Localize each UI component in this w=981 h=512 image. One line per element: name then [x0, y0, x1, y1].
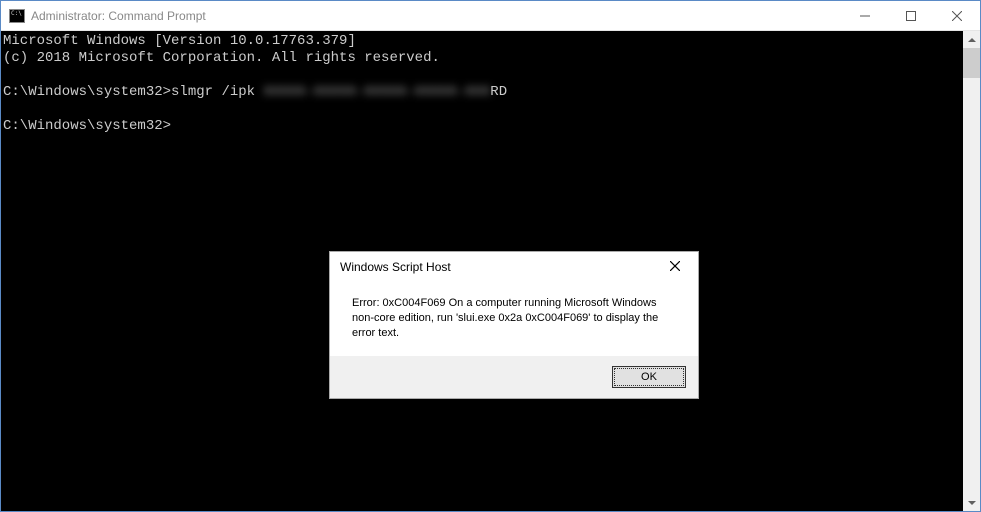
console-prompt: C:\Windows\system32>: [3, 84, 171, 100]
window-title: Administrator: Command Prompt: [31, 9, 842, 23]
dialog-title: Windows Script Host: [340, 260, 658, 274]
error-dialog: Windows Script Host Error: 0xC004F069 On…: [329, 251, 699, 399]
command-prompt-window: Administrator: Command Prompt Microsoft …: [0, 0, 981, 512]
vertical-scrollbar[interactable]: [963, 31, 980, 511]
dialog-titlebar[interactable]: Windows Script Host: [330, 252, 698, 282]
ok-button[interactable]: OK: [612, 366, 686, 388]
scroll-thumb[interactable]: [963, 48, 980, 78]
redacted-key: XXXXX-XXXXX-XXXXX-XXXXX-XXX: [263, 84, 490, 100]
cmd-icon: [9, 9, 25, 23]
console-command-suffix: RD: [490, 84, 507, 100]
scroll-up-button[interactable]: [963, 31, 980, 48]
dialog-close-button[interactable]: [658, 253, 692, 279]
maximize-button[interactable]: [888, 1, 934, 30]
close-button[interactable]: [934, 1, 980, 30]
console-prompt: C:\Windows\system32>: [3, 118, 171, 134]
scroll-track[interactable]: [963, 48, 980, 494]
scroll-down-button[interactable]: [963, 494, 980, 511]
console-line: Microsoft Windows [Version 10.0.17763.37…: [3, 33, 356, 49]
dialog-footer: OK: [330, 356, 698, 398]
dialog-message: Error: 0xC004F069 On a computer running …: [330, 282, 698, 356]
window-controls: [842, 1, 980, 30]
console-line: (c) 2018 Microsoft Corporation. All righ…: [3, 50, 440, 66]
console-command: slmgr /ipk: [171, 84, 263, 100]
minimize-button[interactable]: [842, 1, 888, 30]
titlebar[interactable]: Administrator: Command Prompt: [1, 1, 980, 31]
